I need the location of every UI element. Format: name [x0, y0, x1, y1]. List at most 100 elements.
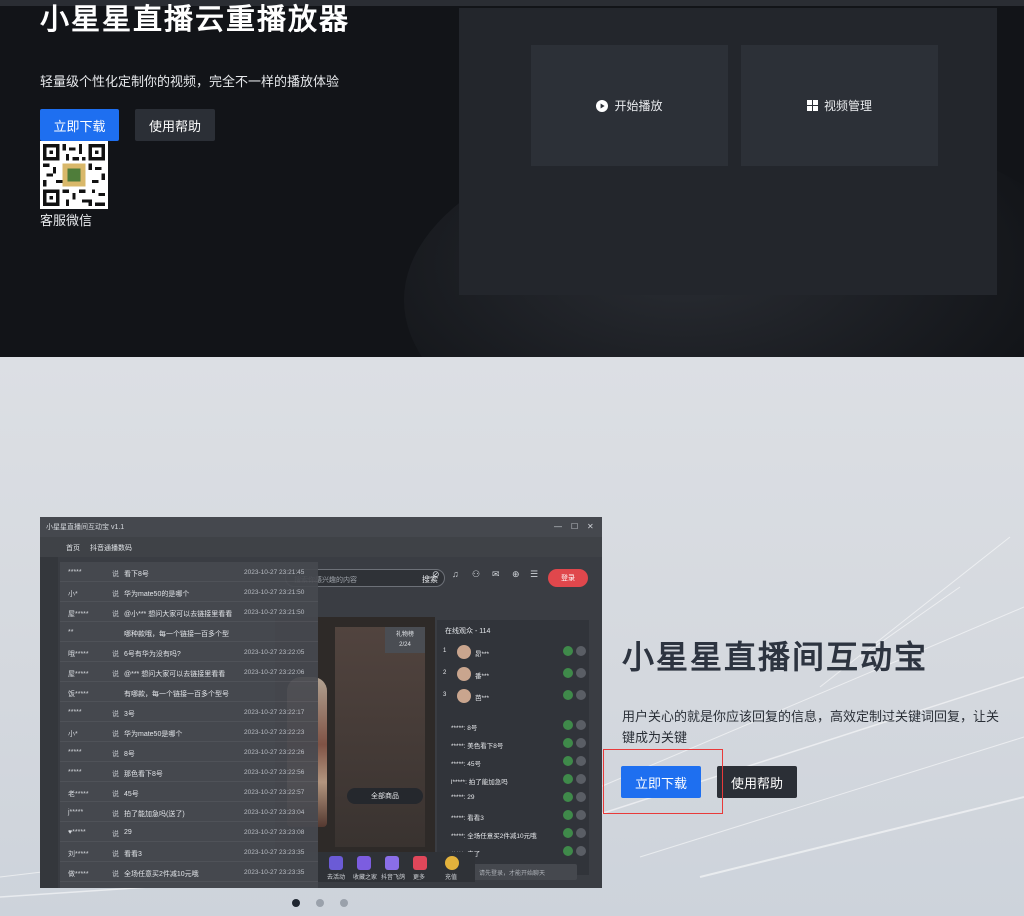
action-icon — [576, 774, 586, 784]
comment-message: 那色看下8号 — [124, 771, 163, 778]
video-manage-card[interactable]: 视频管理 — [741, 45, 938, 166]
comment-time: 2023-10-27 23:22:56 — [244, 769, 305, 776]
audience-row: 2 番*** — [443, 664, 586, 686]
comment-row: j***** 说拍了能加急吗(送了) 2023-10-27 23:23:04 — [60, 802, 318, 822]
comment-row: 做***** 说全场任意买2件减10元哦 2023-10-27 23:23:35 — [60, 862, 318, 882]
audience-rank: 2 — [443, 670, 447, 676]
comment-row: ** 哪种款哦，每一个链接一百多个型 — [60, 622, 318, 642]
audience-row: 1 昂*** — [443, 642, 586, 664]
comment-user: ***** — [68, 709, 82, 716]
comment-time: 2023-10-27 23:23:35 — [244, 869, 305, 876]
comment-time: 2023-10-27 23:22:23 — [244, 729, 305, 736]
comment-message: 看下8号 — [124, 571, 149, 578]
comment-sep: 说 — [112, 851, 119, 858]
grid-icon — [806, 100, 818, 111]
top-help-button[interactable]: 使用帮助 — [135, 109, 215, 141]
top-download-button[interactable]: 立即下载 — [40, 109, 119, 141]
status-icon — [563, 846, 573, 856]
maximize-icon: ☐ — [571, 522, 579, 531]
comment-message: 29 — [124, 829, 132, 836]
avatar — [457, 667, 471, 681]
comment-sep: 说 — [112, 651, 119, 658]
interaction-title: 小星星直播间互动宝 — [622, 639, 929, 675]
comment-user: 老***** — [68, 791, 89, 798]
comment-row: 小* 说华为mate50是哪个 2023-10-27 23:22:23 — [60, 722, 318, 742]
comment-sep: 说 — [112, 811, 119, 818]
comment-time: 2023-10-27 23:21:45 — [244, 569, 305, 576]
status-icon — [563, 792, 573, 802]
comment-message: 拍了能加急吗(送了) — [124, 811, 185, 818]
comment-message: 全场任意买2件减10元哦 — [124, 871, 199, 878]
avatar — [457, 689, 471, 703]
comment-message: 哪种款哦，每一个链接一百多个型 — [124, 631, 229, 638]
carousel-dot[interactable] — [340, 899, 348, 907]
comment-time: 2023-10-27 23:21:50 — [244, 609, 305, 616]
comment-row: 屋***** 说 @小*** 想问大家可以去链接里看看 2023-10-27 23:2… — [60, 602, 318, 622]
chat-text: *****: 全场任意买2件减10元哦 — [451, 833, 537, 840]
comment-row: 老***** 说 45号 2023-10-27 23:22:57 — [60, 782, 318, 802]
comment-time: 2023-10-27 23:22:17 — [244, 709, 305, 716]
interaction-description: 用户关心的就是你应该回复的信息，高效定制过关键词回复，让关键成为关键 — [622, 709, 1000, 745]
audience-name: 芭*** — [475, 695, 490, 702]
comment-user: 哦***** — [68, 651, 89, 658]
app-nav-douyin: 抖音通播数码 — [90, 545, 132, 552]
app-top-icon-4: ✉ — [492, 569, 500, 579]
chat-text: *****: 8号 — [451, 725, 478, 732]
app-audience-pane: 在线观众 - 114 1 昂*** 2 番*** 3 芭*** *****: 8… — [437, 620, 589, 875]
comment-message: @*** 想问大家可以去链接里看看 — [124, 671, 226, 678]
carousel-dot[interactable] — [316, 899, 324, 907]
comment-sep: 说 — [112, 571, 119, 578]
comment-message: 华为mate50的是哪个 — [124, 591, 190, 598]
action-icon — [576, 690, 586, 700]
action-icon — [576, 828, 586, 838]
action-icon — [576, 668, 586, 678]
comment-sep: 说 — [112, 831, 119, 838]
chat-text: l*****: 拍了能加急吗 — [451, 779, 508, 786]
audience-name: 昂*** — [475, 651, 490, 658]
comment-time: 2023-10-27 23:22:26 — [244, 749, 305, 756]
chat-text: *****: 美色看下8号 — [451, 743, 504, 750]
comment-row: ***** 说 3号 2023-10-27 23:22:17 — [60, 702, 318, 722]
comment-user: 屋***** — [68, 671, 89, 678]
comment-sep: 说 — [112, 591, 119, 598]
gift-rank-count: 2/24 — [399, 642, 411, 648]
action-icon — [576, 756, 586, 766]
status-icon — [563, 668, 573, 678]
action-icon — [576, 646, 586, 656]
comment-user: ♥***** — [68, 829, 86, 836]
comment-user: 小* — [68, 731, 78, 738]
comment-user: j***** — [68, 809, 84, 816]
qr-caption: 客服微信 — [40, 213, 93, 228]
status-icon — [563, 690, 573, 700]
comment-user: 小* — [68, 591, 78, 598]
comment-sep: 说 — [112, 871, 119, 878]
comment-message: 45号 — [124, 791, 139, 798]
start-play-card[interactable]: 开始播放 — [531, 45, 728, 166]
audience-rank: 1 — [443, 648, 447, 654]
carousel-dot[interactable] — [292, 899, 300, 907]
action-icon — [576, 738, 586, 748]
comment-row: 哦***** 说 6号有华为没有吗? 2023-10-27 23:22:05 — [60, 642, 318, 662]
app-nav: 首页 抖音通播数码 — [40, 537, 602, 557]
more-icon — [413, 856, 427, 870]
player-subtitle: 轻量级个性化定制你的视频，完全不一样的播放体验 — [40, 74, 340, 89]
comment-message: 3号 — [124, 711, 135, 718]
close-icon: ✕ — [587, 522, 594, 531]
app-top-icon-2: ♫ — [452, 569, 459, 579]
app-sidebar — [40, 557, 58, 888]
comment-list-overlay: ***** 说看下8号 2023-10-27 23:21:45 小* 说华为mate50… — [60, 562, 318, 888]
comment-time: 2023-10-27 23:23:04 — [244, 809, 305, 816]
audience-row: 3 芭*** — [443, 686, 586, 708]
comment-time: 2023-10-27 23:21:50 — [244, 589, 305, 596]
comment-sep: 说 — [112, 751, 119, 758]
audience-name: 番*** — [475, 673, 490, 680]
video-manage-label: 视频管理 — [823, 99, 872, 113]
comment-user: 刘***** — [68, 851, 89, 858]
start-play-label: 开始播放 — [614, 99, 663, 113]
comment-message: 有哪款，每一个链接一百多个型号 — [124, 691, 229, 698]
comment-user: ***** — [68, 769, 82, 776]
comment-sep: 说 — [112, 771, 119, 778]
comment-row: 刘***** 说看看3 2023-10-27 23:23:35 — [60, 842, 318, 862]
bottom-help-button[interactable]: 使用帮助 — [717, 766, 797, 798]
comment-user: ***** — [68, 749, 82, 756]
